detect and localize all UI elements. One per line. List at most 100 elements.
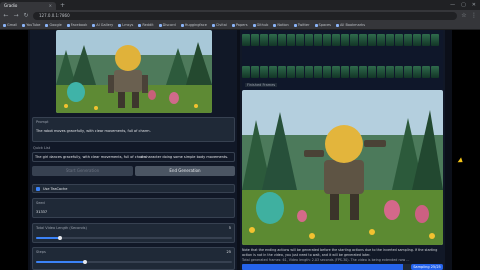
filmstrip-row [242,66,443,78]
filmstrip-frame [305,34,313,46]
forward-icon[interactable]: → [13,12,19,19]
filmstrip-frame [341,66,349,78]
bookmark-item[interactable]: AI Gallery [92,23,113,27]
address-bar-row: ← → ↻ 127.0.0.1:7860 ☆ ⋮ [0,10,480,21]
back-icon[interactable]: ← [3,12,9,19]
right-margin [452,30,480,270]
reload-icon[interactable]: ↻ [23,12,29,19]
bookmark-item[interactable]: Github [252,23,268,27]
filmstrip-frame [368,66,376,78]
left-margin [0,30,28,270]
filmstrip-frame [413,66,421,78]
filmstrip-frame [251,66,259,78]
filmstrip-frame [269,34,277,46]
video-length-knob[interactable] [58,235,62,240]
bookmark-item[interactable]: Facebook [66,23,87,27]
star-icon[interactable]: ☆ [461,12,467,19]
filmstrip-frame [278,66,286,78]
bookmark-item[interactable]: Discord [158,23,176,27]
bookmark-item[interactable]: Google [45,23,62,27]
bookmark-item[interactable]: Twitter [293,23,310,27]
filmstrip-frame [431,34,439,46]
seed-label: Seed [36,201,45,205]
filmstrip-frame [251,34,259,46]
filmstrip-frame [305,66,313,78]
filmstrip-frame [323,34,331,46]
tab-title: Gradio [4,3,18,8]
bookmark-item[interactable]: Spaces [314,23,331,27]
video-length-label: Total Video Length (Seconds) [36,226,87,230]
filmstrip-frame [314,66,322,78]
quick-list-label: Quick List [33,146,51,150]
browser-tabstrip: Gradio × + — ▢ ✕ [0,0,480,10]
output-video[interactable] [242,90,443,245]
start-generation-button[interactable]: Start Generation [32,166,133,176]
filmstrip-frame [278,34,286,46]
bookmark-item[interactable]: YouTube [22,23,40,27]
filmstrip-frame [350,66,358,78]
teacache-checkbox[interactable] [36,187,40,191]
quick-list-item[interactable]: A character doing some simple body movem… [141,155,228,159]
menu-icon[interactable]: ⋮ [471,12,477,19]
filmstrip-frame [332,34,340,46]
steps-label: Steps [36,250,46,254]
filmstrip-frame [377,66,385,78]
url-field[interactable]: 127.0.0.1:7860 [33,11,457,20]
filmstrip-frame [323,66,331,78]
bookmarks-bar: Gmail YouTube Google Facebook AI Gallery… [0,21,480,30]
filmstrip-frame [341,34,349,46]
tab-close-icon[interactable]: × [49,2,52,10]
filmstrip-frame [296,34,304,46]
filmstrip-frame [386,34,394,46]
bookmark-item[interactable]: Reddit [138,23,154,27]
filmstrip-frame [269,66,277,78]
prompt-panel[interactable]: Prompt The robot moves gracefully, with … [32,117,235,142]
filmstrip-frame [422,34,430,46]
filmstrip-frame [332,66,340,78]
filmstrip-frame [386,66,394,78]
filmstrip-frame [242,66,250,78]
minimize-icon[interactable]: — [450,2,455,8]
maximize-icon[interactable]: ▢ [461,2,466,8]
bookmark-item[interactable]: All Bookmarks [336,23,365,27]
steps-fill [36,261,85,263]
bookmark-item[interactable]: Gmail [3,23,17,27]
prompt-label: Prompt [36,120,49,124]
teacache-row[interactable]: Use TeaCache [32,184,235,193]
filmstrip-frame [395,34,403,46]
seed-input[interactable]: 31337 [36,210,47,214]
note-text: Note that the ending actions will be gen… [242,248,438,257]
sampling-progress-fill [242,264,403,270]
end-generation-button[interactable]: End Generation [135,166,235,176]
filmstrip-frame [377,34,385,46]
filmstrip-frame [260,34,268,46]
video-length-track[interactable] [36,237,232,239]
filmstrip-frame [287,66,295,78]
sampling-badge: Sampling 25/25 [411,264,443,270]
seed-panel: Seed 31337 [32,198,235,218]
steps-value[interactable]: 25 [227,250,231,254]
filmstrip-frame [368,34,376,46]
quick-list: The girl dances gracefully, with clear m… [32,152,235,162]
bookmark-item[interactable]: Notion [273,23,289,27]
prompt-text[interactable]: The robot moves gracefully, with clear m… [36,129,151,133]
steps-knob[interactable] [83,259,87,264]
new-tab-button[interactable]: + [60,2,65,9]
bookmark-item[interactable]: Lmsys [118,23,133,27]
filmstrip-frame [413,34,421,46]
filmstrip-frame [350,34,358,46]
teacache-label: Use TeaCache [43,187,68,191]
video-length-value[interactable]: 5 [229,226,231,230]
quick-list-item[interactable]: The girl dances gracefully, with clear m… [35,155,147,159]
bookmark-item[interactable]: Papers [231,23,248,27]
close-window-icon[interactable]: ✕ [472,2,476,8]
filmstrip-frame [359,66,367,78]
browser-tab[interactable]: Gradio × [0,2,56,10]
input-image[interactable] [56,30,212,113]
status-text: Total generated frames: 61, Video length… [242,258,410,262]
filmstrip-frame [422,66,430,78]
app-page: Prompt The robot moves gracefully, with … [0,30,480,270]
bookmark-item[interactable]: Civitai [211,23,227,27]
bookmark-item[interactable]: Huggingface [180,23,207,27]
filmstrip-row [242,34,443,46]
